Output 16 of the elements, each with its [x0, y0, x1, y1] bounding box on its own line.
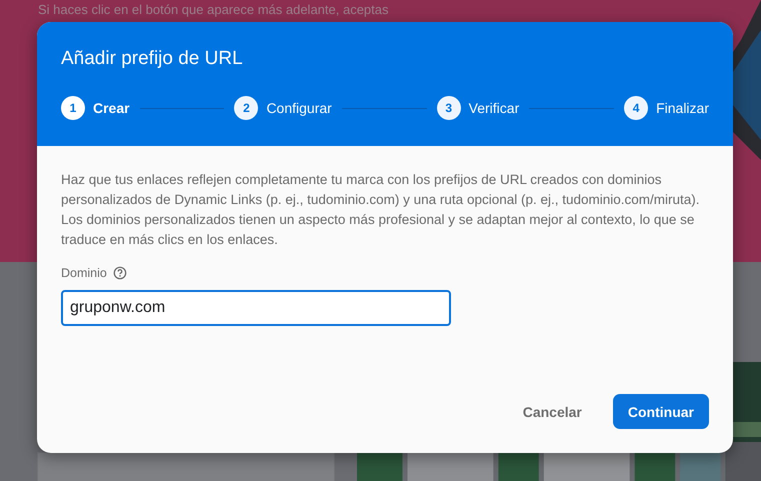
dialog-title: Añadir prefijo de URL — [61, 47, 244, 70]
cancel-button[interactable]: Cancelar — [508, 394, 597, 429]
domain-input-field[interactable]: gruponw.com — [61, 290, 451, 326]
continue-button[interactable]: Continuar — [612, 394, 709, 429]
step-number: 2 — [234, 96, 258, 120]
step-label: Finalizar — [656, 100, 709, 116]
step-number: 4 — [624, 96, 648, 120]
step-number: 1 — [61, 96, 85, 120]
help-icon[interactable] — [112, 266, 127, 280]
field-label: Dominio — [61, 266, 107, 280]
step-number: 3 — [436, 96, 461, 120]
description-text: Haz que tus enlaces reflejen completamente tu marca con los prefijos de URL creados con dominios personalizados de Dynamic Links (p. ej., tudominio.com) y una ruta opcional (p. ej., tudominio.com/miruta). Los dominios personalizados tienen un aspecto más profesional y se adaptan mejor al contexto, lo que se traduce en más clics en los enlaces. — [61, 171, 701, 249]
step-label: Configurar — [266, 100, 332, 116]
background-notice: Si haces clic en el botón que aparece más adelante, aceptas — [38, 2, 389, 17]
step-label: Verificar — [468, 100, 520, 116]
step-label: Crear — [93, 100, 130, 116]
